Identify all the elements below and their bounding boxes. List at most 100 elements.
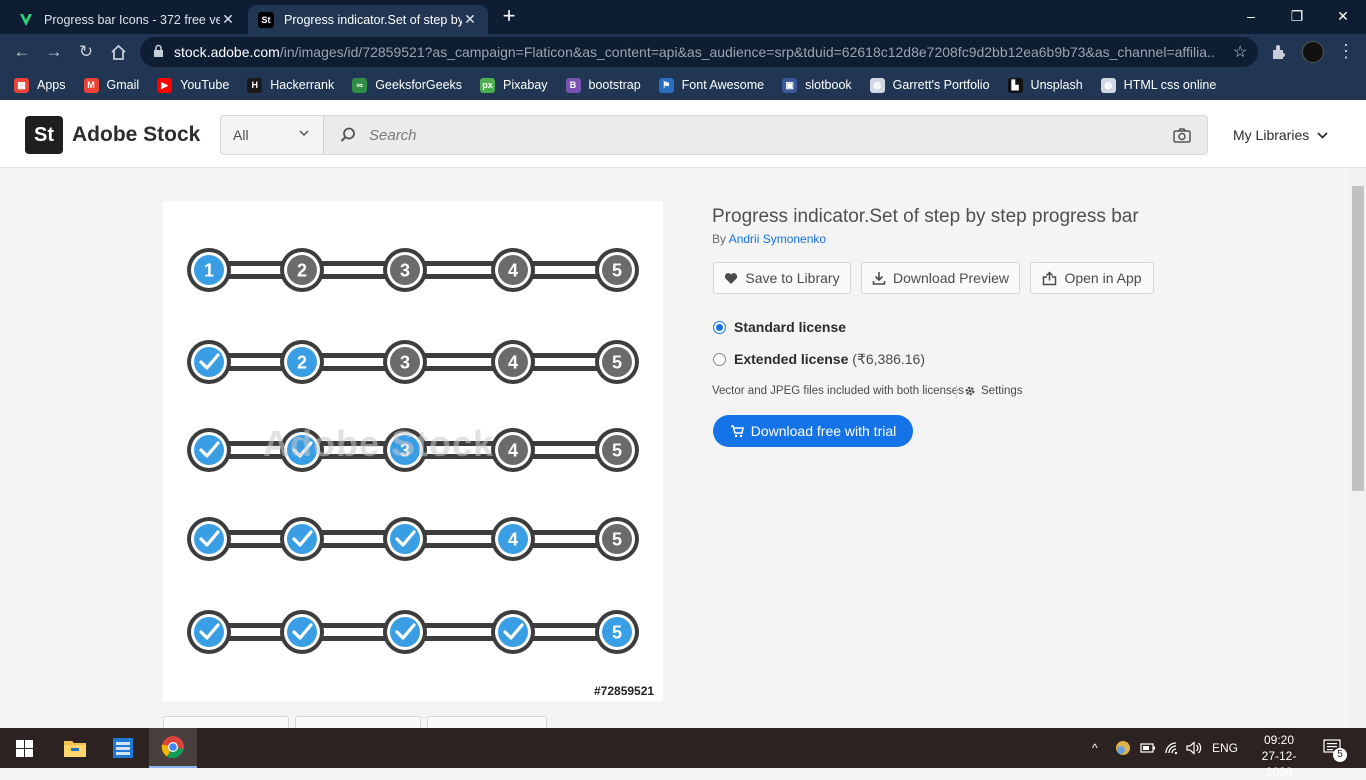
extensions-icon[interactable] — [1270, 43, 1288, 66]
chevron-down-icon — [1317, 127, 1328, 143]
minimize-window-button[interactable]: – — [1228, 0, 1274, 32]
adobe-stock-favicon-icon: St — [258, 11, 274, 28]
flaticon-favicon-icon — [18, 12, 34, 28]
input-language[interactable]: ENG — [1212, 728, 1238, 768]
completed-step — [187, 517, 231, 561]
extended-license-option[interactable]: Extended license (₹6,386.16) — [734, 351, 925, 368]
adobe-stock-logo[interactable]: St — [25, 116, 63, 154]
bookmark-hackerrank[interactable]: H Hackerrank — [247, 77, 334, 93]
asset-id: #72859521 — [594, 684, 655, 698]
pending-step: 5 — [595, 340, 639, 384]
bookmark-garrett-s-portfolio[interactable]: ◍ Garrett's Portfolio — [869, 77, 990, 93]
close-tab-icon[interactable]: ✕ — [220, 11, 236, 28]
bookmark-favicon-icon: ◍ — [869, 77, 885, 93]
asset-title: Progress indicator.Set of step by step p… — [712, 206, 1139, 227]
bookmark-label: bootstrap — [588, 78, 641, 92]
standard-license-label[interactable]: Standard license — [734, 319, 846, 335]
standard-license-radio[interactable] — [713, 321, 726, 334]
step-number: 1 — [204, 261, 214, 281]
download-preview-button[interactable]: Download Preview — [861, 262, 1020, 294]
bookmark-pixabay[interactable]: px Pixabay — [480, 77, 548, 93]
completed-step — [383, 517, 427, 561]
profile-avatar[interactable] — [1302, 41, 1324, 63]
bookmark-favicon-icon: ◍ — [1100, 77, 1116, 93]
step-number: 5 — [612, 261, 622, 281]
url-host: stock.adobe.com — [174, 44, 280, 60]
byline: By Andrii Symonenko — [712, 232, 826, 246]
asset-preview-image[interactable]: 123452345345455 Adobe Stock #72859521 — [163, 201, 663, 701]
lock-icon — [153, 44, 164, 63]
store-taskbar-icon[interactable] — [99, 728, 147, 768]
extended-license-price: (₹6,386.16) — [852, 351, 926, 367]
open-in-app-button[interactable]: Open in App — [1030, 262, 1154, 294]
bookmark-favicon-icon: ▶ — [157, 77, 173, 93]
bookmark-font-awesome[interactable]: ⚑ Font Awesome — [658, 77, 764, 93]
camera-search-icon[interactable] — [1173, 127, 1191, 143]
save-to-library-button[interactable]: Save to Library — [713, 262, 851, 294]
byline-prefix: By — [712, 232, 727, 246]
bookmark-favicon-icon: px — [480, 77, 496, 93]
volume-icon[interactable] — [1186, 728, 1202, 768]
bookmark-unsplash[interactable]: ▙ Unsplash — [1007, 77, 1083, 93]
bookmark-slotbook[interactable]: ▣ slotbook — [782, 77, 852, 93]
browser-menu-icon[interactable]: ⋮ — [1337, 41, 1355, 62]
site-header: St Adobe Stock All My Libraries — [0, 100, 1366, 168]
tab-progress-indicator[interactable]: St Progress indicator.Set of step by ✕ — [248, 5, 488, 34]
scrollbar-thumb[interactable] — [1352, 186, 1364, 491]
author-link[interactable]: Andrii Symonenko — [729, 232, 826, 246]
bookmark-bootstrap[interactable]: Bbootstrap — [565, 77, 641, 93]
forward-button[interactable]: → — [40, 38, 68, 66]
bookmark-star-icon[interactable]: ☆ — [1233, 42, 1247, 62]
new-tab-button[interactable]: + — [498, 5, 520, 28]
search-input[interactable] — [367, 120, 1157, 150]
bookmark-youtube[interactable]: ▶ YouTube — [157, 77, 229, 93]
tab-strip: Progress bar Icons - 372 free vect ✕ St … — [0, 0, 1366, 34]
completed-step — [187, 340, 231, 384]
pending-step: 4 — [491, 248, 535, 292]
bookmark-html-css-online[interactable]: ◍ HTML css online — [1100, 77, 1216, 93]
battery-icon[interactable] — [1140, 728, 1156, 768]
my-libraries-label: My Libraries — [1233, 127, 1310, 143]
current-step: 4 — [491, 517, 535, 561]
step-number: 5 — [612, 623, 622, 643]
weather-icon[interactable] — [1115, 728, 1131, 768]
share-icon — [1043, 270, 1057, 285]
file-explorer-taskbar-icon[interactable] — [51, 728, 99, 768]
restore-window-button[interactable]: ❐ — [1274, 0, 1320, 32]
chevron-down-icon — [299, 128, 309, 141]
address-bar[interactable]: stock.adobe.com/in/images/id/72859521?as… — [140, 37, 1258, 67]
chrome-taskbar-icon[interactable] — [149, 728, 197, 768]
bookmark-apps[interactable]: ▦ Apps — [14, 77, 66, 93]
bookmark-favicon-icon: ▦ — [14, 77, 29, 93]
search-category-select[interactable]: All — [221, 116, 324, 154]
completed-step — [280, 517, 324, 561]
divider — [956, 385, 957, 399]
tab-progress-bar-icons[interactable]: Progress bar Icons - 372 free vect ✕ — [8, 5, 246, 34]
extended-license-radio[interactable] — [713, 353, 726, 366]
settings-link[interactable]: Settings — [964, 385, 1023, 397]
download-free-trial-button[interactable]: Download free with trial — [713, 415, 913, 447]
clock[interactable]: 09:20 27-12-2020 — [1254, 732, 1304, 780]
notifications-button[interactable]: 5 — [1323, 728, 1347, 768]
bookmark-gmail[interactable]: M Gmail — [83, 77, 139, 93]
completed-step — [280, 610, 324, 654]
bookmark-favicon-icon: ▣ — [782, 77, 798, 93]
download-free-trial-label: Download free with trial — [750, 423, 897, 439]
close-tab-icon[interactable]: ✕ — [462, 11, 478, 28]
windows-logo-icon — [15, 739, 33, 757]
home-button[interactable] — [104, 38, 132, 66]
show-hidden-icons-button[interactable]: ^ — [1092, 728, 1098, 768]
completed-step — [491, 610, 535, 654]
bookmark-label: Apps — [37, 78, 66, 92]
clock-date: 27-12-2020 — [1261, 749, 1297, 779]
my-libraries-menu[interactable]: My Libraries — [1233, 127, 1328, 143]
close-window-button[interactable]: ✕ — [1320, 0, 1366, 32]
windows-start-button[interactable] — [0, 728, 48, 768]
reload-button[interactable]: ↻ — [72, 38, 100, 66]
windows-taskbar: ^ ENG 09:20 27-12-2020 5 — [0, 728, 1366, 779]
step-number: 3 — [400, 353, 410, 373]
bookmark-geeksforgeeks[interactable]: ∞ GeeksforGeeks — [352, 77, 462, 93]
wifi-icon[interactable] — [1164, 728, 1180, 768]
brand-name[interactable]: Adobe Stock — [72, 123, 200, 147]
back-button[interactable]: ← — [8, 38, 36, 66]
